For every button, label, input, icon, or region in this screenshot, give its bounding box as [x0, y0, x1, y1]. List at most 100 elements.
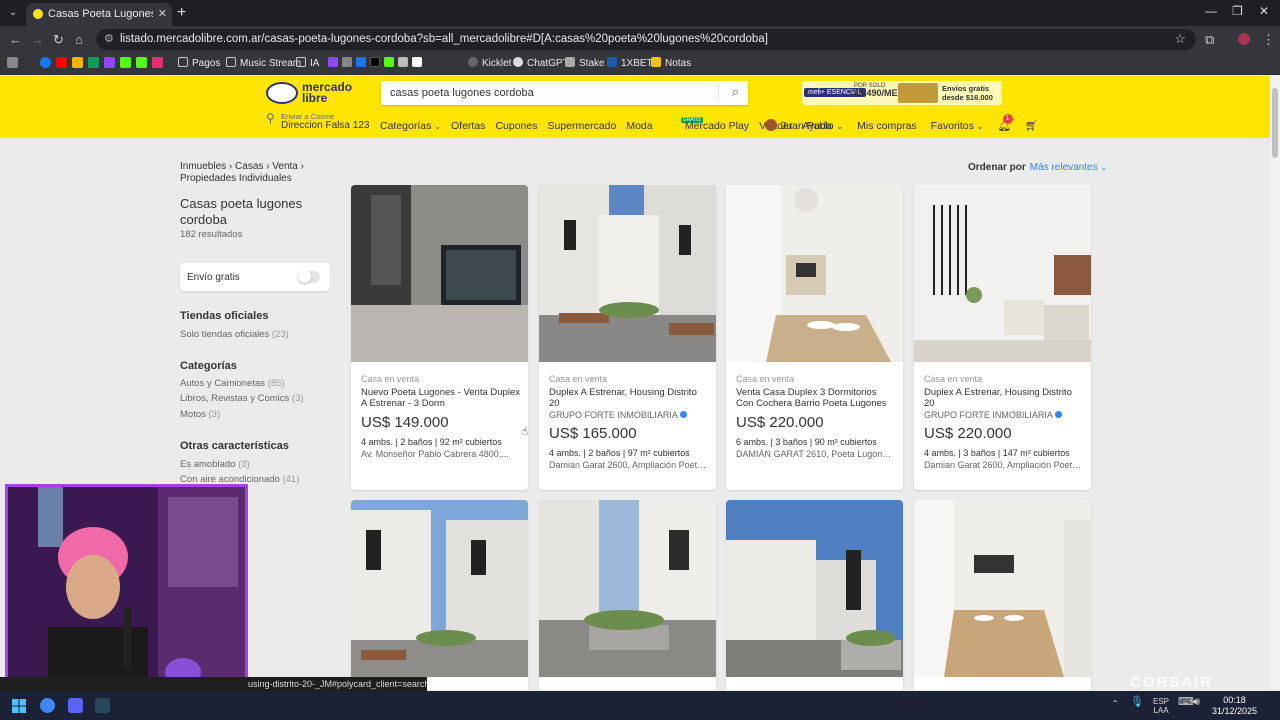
bookmark-icon[interactable]	[72, 57, 83, 68]
nav-categorias[interactable]: Categorías ⌄	[380, 120, 441, 132]
search-icon[interactable]: ⌕	[732, 84, 739, 100]
listing-photo[interactable]	[351, 185, 528, 362]
browser-menu-icon[interactable]: ⋮	[1262, 32, 1275, 48]
browser-tab[interactable]: Casas Poeta Lugones Cordoba ✕	[26, 3, 172, 26]
bookmark-star-icon[interactable]: ☆	[1174, 31, 1186, 47]
facebook-icon[interactable]	[40, 57, 51, 68]
filter-category[interactable]: Motos (3)	[180, 409, 220, 420]
forward-icon[interactable]: →	[31, 32, 44, 47]
filter-tiendas-oficiales[interactable]: Solo tiendas oficiales (23)	[180, 329, 289, 340]
chrome-taskbar-icon[interactable]	[40, 698, 55, 713]
nav-cupones[interactable]: Cupones	[495, 120, 537, 132]
listing-photo[interactable]	[351, 500, 528, 677]
breadcrumb-inmuebles[interactable]: Inmuebles	[180, 161, 226, 172]
steam-taskbar-icon[interactable]	[95, 698, 110, 713]
bookmark-chatgpt[interactable]: ChatGPT	[513, 57, 569, 69]
listing-card[interactable]: Casa en venta Nuevo Poeta Lugones - Vent…	[351, 185, 528, 490]
listing-card[interactable]: Casa en venta Duplex A Estrenar, Housing…	[914, 185, 1091, 490]
bookmark-1xbet[interactable]: 1XBET	[607, 57, 653, 69]
search-input[interactable]: casas poeta lugones cordoba	[390, 87, 534, 99]
bookmark-kicklet[interactable]: Kicklet	[468, 57, 511, 69]
listing-card[interactable]: Casa en venta Venta Casa Duplex 3 Dormit…	[726, 185, 903, 490]
user-menu[interactable]: Juan Pablo ⌄	[765, 119, 843, 132]
kick-icon[interactable]	[120, 57, 131, 68]
close-window-icon[interactable]: ✕	[1259, 4, 1269, 18]
tray-overflow-icon[interactable]: ⌃	[1112, 699, 1119, 708]
kick-icon-2[interactable]	[136, 57, 147, 68]
favorites-menu[interactable]: Favoritos ⌄	[931, 120, 984, 132]
scrollbar-thumb[interactable]	[1272, 88, 1278, 158]
listing-photo[interactable]	[914, 500, 1091, 677]
bookmark-ia[interactable]: IA	[296, 57, 319, 69]
listing-photo[interactable]	[726, 500, 903, 677]
address-bar[interactable]: ⚙ listado.mercadolibre.com.ar/casas-poet…	[96, 29, 1196, 50]
minimize-icon[interactable]: —	[1205, 4, 1217, 18]
site-info-icon[interactable]: ⚙	[104, 32, 114, 45]
my-purchases-link[interactable]: Mis compras	[857, 120, 917, 132]
network-icon[interactable]: ⌨︎	[1178, 697, 1194, 708]
breadcrumb-propiedades[interactable]: Propiedades Individuales	[180, 173, 292, 184]
tab-title: Casas Poeta Lugones Cordoba	[48, 8, 153, 20]
filter-category[interactable]: Libros, Revistas y Comics (3)	[180, 393, 304, 404]
listing-photo[interactable]	[539, 185, 716, 362]
nav-mercado-play[interactable]: GRATISMercado Play	[663, 117, 749, 132]
listing-title[interactable]: Duplex A Estrenar, Housing Distrito 20	[549, 387, 709, 409]
search-box[interactable]: casas poeta lugones cordoba ⌕	[381, 81, 748, 105]
new-tab-icon[interactable]: +	[177, 4, 186, 22]
breadcrumb-casas[interactable]: Casas	[235, 161, 263, 172]
bookmark-pagos[interactable]: Pagos	[178, 57, 220, 69]
listing-info: Casa en venta Nuevo Poeta Lugones - Vent…	[361, 374, 521, 459]
bookmark-music-stream[interactable]: Music Stream	[226, 57, 301, 69]
listing-card[interactable]	[539, 500, 716, 690]
listing-photo[interactable]	[914, 185, 1091, 362]
back-icon[interactable]: ←	[9, 32, 22, 47]
tab-search-icon[interactable]: ⌄	[5, 5, 21, 21]
taskbar-clock[interactable]: 00:18 31/12/2025	[1212, 695, 1257, 717]
nav-moda[interactable]: Moda	[626, 120, 652, 132]
meli-plus-promo[interactable]: meli+ ESENCIAL POR SOLO $3.490/MES Envío…	[802, 81, 1002, 105]
page-scrollbar[interactable]	[1270, 76, 1280, 690]
listing-card[interactable]: Casa en venta Duplex A Estrenar, Housing…	[539, 185, 716, 490]
apps-icon[interactable]	[7, 57, 18, 68]
youtube-icon[interactable]	[56, 57, 67, 68]
listing-card[interactable]	[914, 500, 1091, 690]
nav-ofertas[interactable]: Ofertas	[451, 120, 485, 132]
twitch-icon[interactable]	[104, 57, 115, 68]
reload-icon[interactable]: ↻	[53, 32, 64, 48]
notifications-bell-icon[interactable]: 🔔︎ 1	[998, 114, 1013, 132]
sort-control[interactable]: Ordenar por Más relevantes ⌄	[968, 162, 1107, 173]
cart-icon[interactable]: 🛒︎	[1025, 119, 1038, 132]
bookmark-quick-icons[interactable]	[328, 57, 426, 69]
address-url[interactable]: listado.mercadolibre.com.ar/casas-poeta-…	[120, 33, 768, 45]
volume-icon[interactable]: 🔊︎	[1193, 697, 1200, 708]
extensions-icon[interactable]: ⧉	[1205, 32, 1214, 48]
listing-title[interactable]: Duplex A Estrenar, Housing Distrito 20	[924, 387, 1084, 409]
home-icon[interactable]: ⌂	[75, 32, 83, 47]
envio-gratis-toggle[interactable]	[298, 270, 320, 283]
tab-close-icon[interactable]: ✕	[158, 7, 167, 20]
bookmark-notas[interactable]: Notas	[651, 57, 691, 69]
listing-title[interactable]: Nuevo Poeta Lugones - Venta Duplex A Est…	[361, 387, 521, 409]
listing-photo[interactable]	[539, 500, 716, 677]
listing-card[interactable]	[351, 500, 528, 690]
filter-category[interactable]: Autos y Camionetas (85)	[180, 378, 285, 389]
envio-gratis-filter[interactable]: Envío gratis	[180, 263, 330, 291]
windows-start-icon[interactable]	[12, 699, 26, 713]
listing-card[interactable]	[726, 500, 903, 690]
maximize-icon[interactable]: ❐	[1232, 4, 1243, 18]
microphone-icon[interactable]: 🎙︎	[1130, 697, 1144, 708]
instagram-icon[interactable]	[152, 57, 163, 68]
language-indicator[interactable]: ESP LAA	[1153, 697, 1169, 715]
listing-photo[interactable]	[726, 185, 903, 362]
discord-taskbar-icon[interactable]	[68, 698, 83, 713]
bookmark-stake[interactable]: Stake	[565, 57, 605, 69]
drive-icon[interactable]	[88, 57, 99, 68]
logo-wordmark: mercado libre	[302, 81, 352, 104]
profile-avatar[interactable]	[1238, 33, 1250, 45]
nav-supermercado[interactable]: Supermercado	[547, 120, 616, 132]
listing-address: DAMIÁN GARAT 2610, Poeta Lugones,...	[736, 449, 896, 459]
breadcrumb-venta[interactable]: Venta	[272, 161, 298, 172]
mercadolibre-logo[interactable]: mercado libre	[266, 81, 356, 108]
listing-title[interactable]: Venta Casa Duplex 3 Dormitorios Con Coch…	[736, 387, 896, 409]
filter-feature[interactable]: Es amoblado (3)	[180, 459, 250, 470]
